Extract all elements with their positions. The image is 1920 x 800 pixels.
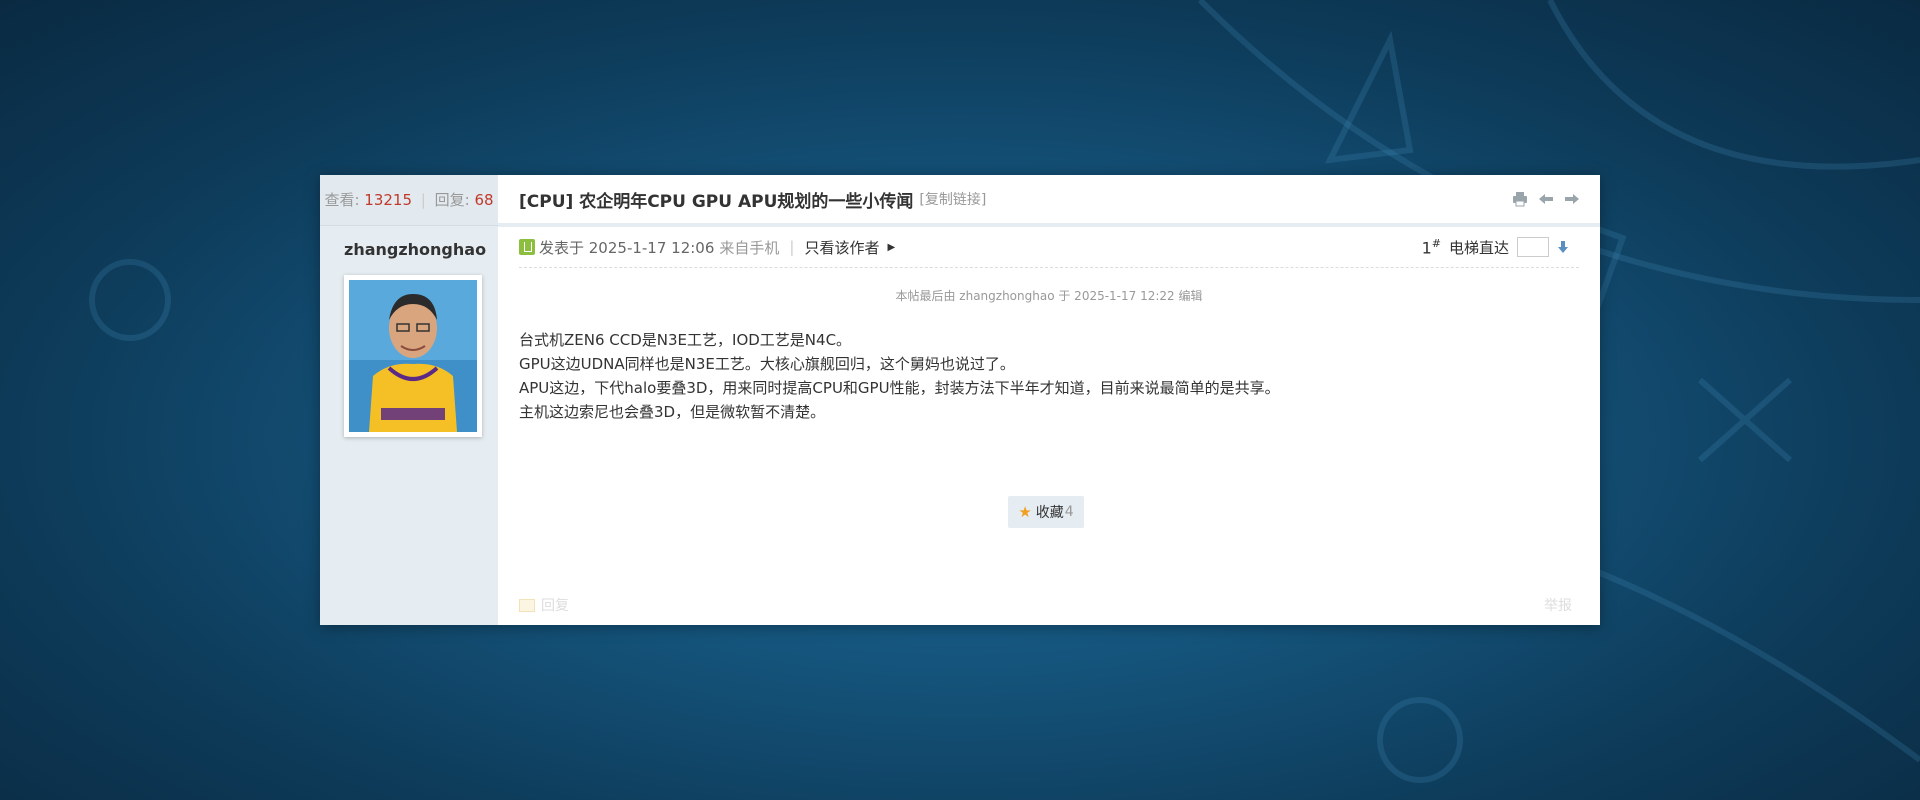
post-main: [CPU] 农企明年CPU GPU APU规划的一些小传闻 [复制链接] 发表于… — [498, 175, 1600, 625]
next-thread-icon[interactable] — [1564, 191, 1580, 207]
post-date: 发表于 2025-1-17 12:06 — [539, 238, 715, 257]
replies-count: 68 — [474, 191, 494, 209]
copy-link-button[interactable]: [复制链接] — [919, 189, 986, 209]
reply-button[interactable]: 回复 — [519, 595, 569, 615]
report-link[interactable]: 举报 — [1544, 595, 1572, 615]
only-author-link[interactable]: 只看该作者 — [804, 237, 879, 258]
content-line: APU这边，下代halo要叠3D，用来同时提高CPU和GPU性能，封装方法下半年… — [519, 379, 1280, 397]
online-icon — [519, 239, 535, 255]
prev-thread-icon[interactable] — [1538, 191, 1554, 207]
views-label: 查看: — [324, 191, 360, 209]
author-sidebar: 查看: 13215 | 回复: 68 zhangzhonghao — [320, 175, 498, 625]
avatar[interactable] — [349, 280, 477, 432]
stats-separator: | — [420, 191, 426, 209]
favorite-label: 收藏 — [1035, 505, 1064, 521]
arrow-down-icon[interactable] — [1557, 240, 1569, 254]
replies-label: 回复: — [434, 191, 470, 209]
content-line: 台式机ZEN6 CCD是N3E工艺，IOD工艺是N4C。 — [519, 331, 852, 349]
caret-right-icon: ▶ — [887, 241, 896, 253]
favorite-count: 4 — [1064, 504, 1074, 520]
reply-label: 回复 — [541, 598, 569, 614]
favorite-button[interactable]: ★ 收藏 4 — [1008, 496, 1084, 528]
content-line: GPU这边UDNA同样也是N3E工艺。大核心旗舰回归，这个舅妈也说过了。 — [519, 355, 1015, 373]
floor-number-value: 1 — [1421, 238, 1432, 258]
floor-jump-input[interactable] — [1517, 237, 1549, 257]
reply-icon — [519, 598, 535, 612]
from-mobile-link[interactable]: 来自手机 — [719, 237, 779, 258]
floor-number[interactable]: 1# — [1422, 237, 1441, 257]
post-meta: 发表于 2025-1-17 12:06 来自手机 | 只看该作者 ▶ 1# 电梯… — [519, 227, 1579, 268]
jump-label: 电梯直达 — [1448, 238, 1509, 257]
author-name[interactable]: zhangzhonghao — [320, 226, 498, 259]
avatar-frame[interactable] — [344, 275, 482, 437]
thread-stats: 查看: 13215 | 回复: 68 — [320, 175, 498, 226]
views-count: 13215 — [364, 191, 412, 209]
thread-title: [CPU] 农企明年CPU GPU APU规划的一些小传闻 — [519, 191, 914, 212]
edit-note: 本帖最后由 zhangzhonghao 于 2025-1-17 12:22 编辑 — [895, 289, 1203, 303]
floor-mark: # — [1431, 236, 1441, 250]
meta-separator: | — [789, 238, 795, 256]
print-icon[interactable] — [1512, 191, 1528, 207]
post-footer: 回复 举报 — [519, 595, 1572, 615]
thread-title-bar: [CPU] 农企明年CPU GPU APU规划的一些小传闻 [复制链接] — [498, 175, 1600, 227]
star-icon: ★ — [1018, 503, 1032, 521]
content-line: 主机这边索尼也会叠3D，但是微软暂不清楚。 — [519, 403, 826, 421]
thread-card: 查看: 13215 | 回复: 68 zhangzhonghao [CPU] 农… — [320, 175, 1600, 625]
post-content: 台式机ZEN6 CCD是N3E工艺，IOD工艺是N4C。 GPU这边UDNA同样… — [519, 328, 1600, 424]
